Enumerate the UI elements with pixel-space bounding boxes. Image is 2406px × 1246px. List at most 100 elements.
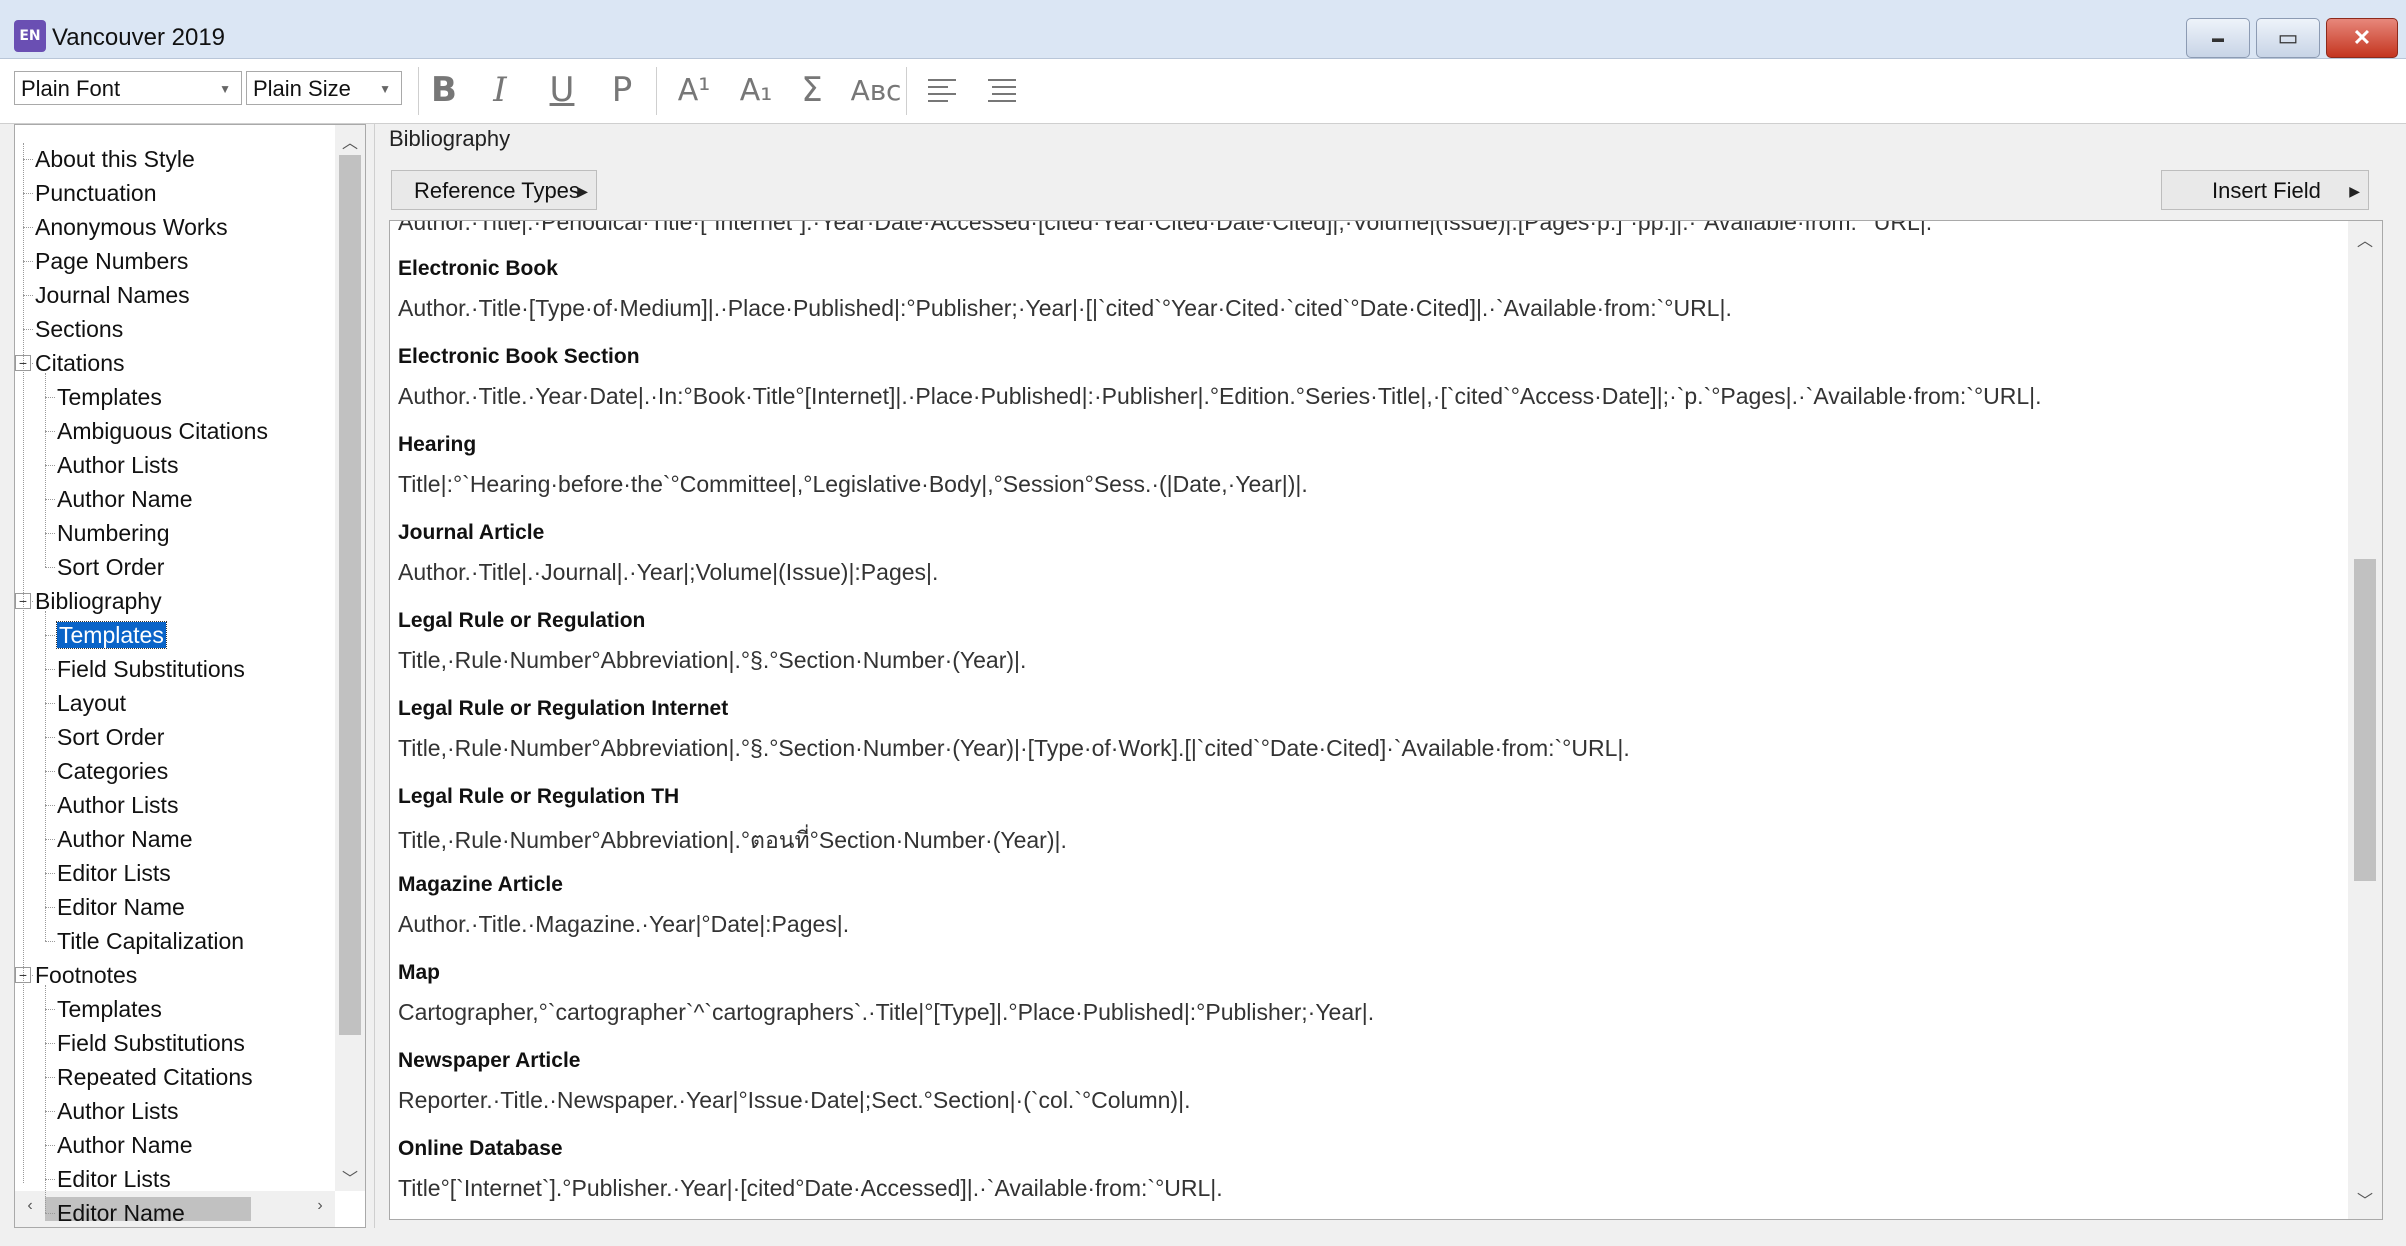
plain-button[interactable]: P <box>600 69 644 111</box>
tree-item[interactable]: Editor Lists <box>57 1163 171 1195</box>
editor-scroll-thumb[interactable] <box>2354 559 2376 881</box>
size-select[interactable]: Plain Size ▼ <box>246 71 402 105</box>
italic-button[interactable]: I <box>478 69 522 111</box>
template-text[interactable]: Title,·Rule·Number°Abbreviation|.°§.°Sec… <box>398 647 1026 674</box>
hanging-indent-button[interactable] <box>980 69 1024 111</box>
tree-connector <box>45 941 55 942</box>
style-tree: ︿ ﹀ ‹ › About this Style Punctuation Anony… <box>14 124 366 1228</box>
triangle-right-icon: ▶ <box>2349 183 2360 199</box>
tree-item[interactable]: Editor Name <box>57 1197 185 1227</box>
status-bar <box>0 1232 2406 1246</box>
tree-item[interactable]: Editor Name <box>57 891 185 923</box>
editor-vertical-scrollbar[interactable]: ︿ ﹀ <box>2348 221 2382 1219</box>
tree-item-label: Editor Name <box>57 1200 185 1226</box>
scroll-left-icon[interactable]: ‹ <box>15 1197 45 1215</box>
template-text[interactable]: Author.·Title|.·Periodical·Title·[`Inter… <box>398 221 1932 236</box>
template-name: Magazine Article <box>398 873 563 896</box>
subscript-button[interactable]: A₁ <box>734 69 778 111</box>
tree-item-label: Title Capitalization <box>57 928 245 954</box>
tree-item[interactable]: Numbering <box>57 517 170 549</box>
template-text[interactable]: Author.·Title|.·Journal|.·Year|;Volume|(… <box>398 559 938 586</box>
template-text[interactable]: Title|:°`Hearing·before·the`°Committee|,… <box>398 471 1308 498</box>
template-text[interactable]: Author.·Title.·Year·Date|.·In:°Book·Titl… <box>398 383 2042 410</box>
tree-item-label: Author Lists <box>57 792 179 818</box>
maximize-button[interactable]: ▭ <box>2256 18 2320 58</box>
scroll-up-icon[interactable]: ︿ <box>335 129 365 153</box>
reference-types-button[interactable]: Reference Types ▶ <box>391 170 597 210</box>
tree-item[interactable]: Field Substitutions <box>57 653 245 685</box>
tree-connector <box>45 737 55 738</box>
template-text[interactable]: Title°[`Internet`].°Publisher.·Year|·[ci… <box>398 1175 1223 1202</box>
tree-item[interactable]: Ambiguous Citations <box>57 415 268 447</box>
tree-item[interactable]: Field Substitutions <box>57 1027 245 1059</box>
tree-item[interactable]: Author Lists <box>57 789 178 821</box>
underline-button[interactable]: U <box>540 69 584 111</box>
template-editor[interactable]: Author.·Title|.·Periodical·Title·[`Inter… <box>389 220 2383 1220</box>
scroll-down-icon[interactable]: ﹀ <box>335 1165 365 1189</box>
hanging-indent-icon <box>988 79 1016 102</box>
template-text[interactable]: Author.·Title.·Magazine.·Year|°Date|:Pag… <box>398 911 849 938</box>
insert-field-button[interactable]: Insert Field ▶ <box>2161 170 2369 210</box>
tree-item[interactable]: Layout <box>57 687 126 719</box>
tree-item[interactable]: Title Capitalization <box>57 925 244 957</box>
scroll-up-icon[interactable]: ︿ <box>2348 227 2382 251</box>
tree-item[interactable]: Author Name <box>57 1129 193 1161</box>
scroll-right-icon[interactable]: › <box>305 1197 335 1215</box>
tree-item[interactable]: Author Lists <box>57 1095 178 1127</box>
tree-item[interactable]: Editor Lists <box>57 857 171 889</box>
tree-connector <box>45 1111 55 1112</box>
tree-item[interactable]: Categories <box>57 755 168 787</box>
template-text[interactable]: Reporter.·Title.·Newspaper.·Year|°Issue·… <box>398 1087 1190 1114</box>
symbol-button[interactable]: Σ <box>790 69 834 111</box>
small-caps-button[interactable]: Aʙᴄ <box>846 69 906 111</box>
tree-item[interactable]: Author Lists <box>57 449 178 481</box>
tree-item-label: Repeated Citations <box>57 1064 253 1090</box>
template-text[interactable]: Title,·Rule·Number°Abbreviation|.°ตอนที่… <box>398 823 1067 859</box>
section-label: Bibliography <box>389 126 511 151</box>
tree-item[interactable]: Templates <box>57 381 162 413</box>
tree-connector <box>45 373 46 567</box>
template-text[interactable]: Title,·Rule·Number°Abbreviation|.°§.°Sec… <box>398 735 1630 762</box>
tree-item[interactable]: Templates <box>56 619 167 651</box>
tree-item-label: Sort Order <box>57 724 165 750</box>
tree-item[interactable]: Footnotes <box>35 959 137 991</box>
font-select[interactable]: Plain Font ▼ <box>14 71 242 105</box>
maximize-icon: ▭ <box>2277 25 2299 50</box>
close-button[interactable]: ✕ <box>2326 18 2398 58</box>
tree-connector <box>45 805 55 806</box>
tree-item[interactable]: Citations <box>35 347 124 379</box>
tree-item-label: Sort Order <box>57 554 165 580</box>
tree-connector <box>45 1213 55 1214</box>
scroll-down-icon[interactable]: ﹀ <box>2348 1187 2382 1211</box>
minimize-button[interactable]: ▬ <box>2186 18 2250 58</box>
tree-item[interactable]: Anonymous Works <box>35 211 228 243</box>
superscript-button[interactable]: A¹ <box>672 69 716 111</box>
tree-item[interactable]: Page Numbers <box>35 245 188 277</box>
tree-item[interactable]: Templates <box>57 993 162 1025</box>
tree-connector <box>45 397 55 398</box>
reference-types-label: Reference Types <box>414 178 580 203</box>
tree-item-label: Field Substitutions <box>57 656 245 682</box>
bold-button[interactable]: B <box>422 69 466 111</box>
tree-scroll-thumb[interactable] <box>339 155 361 1035</box>
tree-connector <box>45 1179 55 1180</box>
tree-item[interactable]: Sort Order <box>57 551 164 583</box>
tree-item-label: Author Lists <box>57 1098 179 1124</box>
tree-item[interactable]: Journal Names <box>35 279 190 311</box>
tree-item[interactable]: Bibliography <box>35 585 162 617</box>
template-text[interactable]: Author.·Title·[Type·of·Medium]|.·Place·P… <box>398 295 1732 322</box>
tree-item[interactable]: About this Style <box>35 143 195 175</box>
tree-item[interactable]: Sections <box>35 313 123 345</box>
tree-item[interactable]: Author Name <box>57 483 193 515</box>
tree-item[interactable]: Punctuation <box>35 177 156 209</box>
tree-item[interactable]: Author Name <box>57 823 193 855</box>
tree-vertical-scrollbar[interactable]: ︿ ﹀ <box>335 125 365 1191</box>
template-text[interactable]: Cartographer,°`cartographer`^`cartograph… <box>398 999 1374 1026</box>
tree-item[interactable]: Repeated Citations <box>57 1061 253 1093</box>
tree-connector <box>23 227 33 228</box>
tree-connector <box>45 839 55 840</box>
align-left-button[interactable] <box>920 69 964 111</box>
tree-connector <box>45 431 55 432</box>
tree-item-label: About this Style <box>35 146 195 172</box>
tree-item[interactable]: Sort Order <box>57 721 164 753</box>
